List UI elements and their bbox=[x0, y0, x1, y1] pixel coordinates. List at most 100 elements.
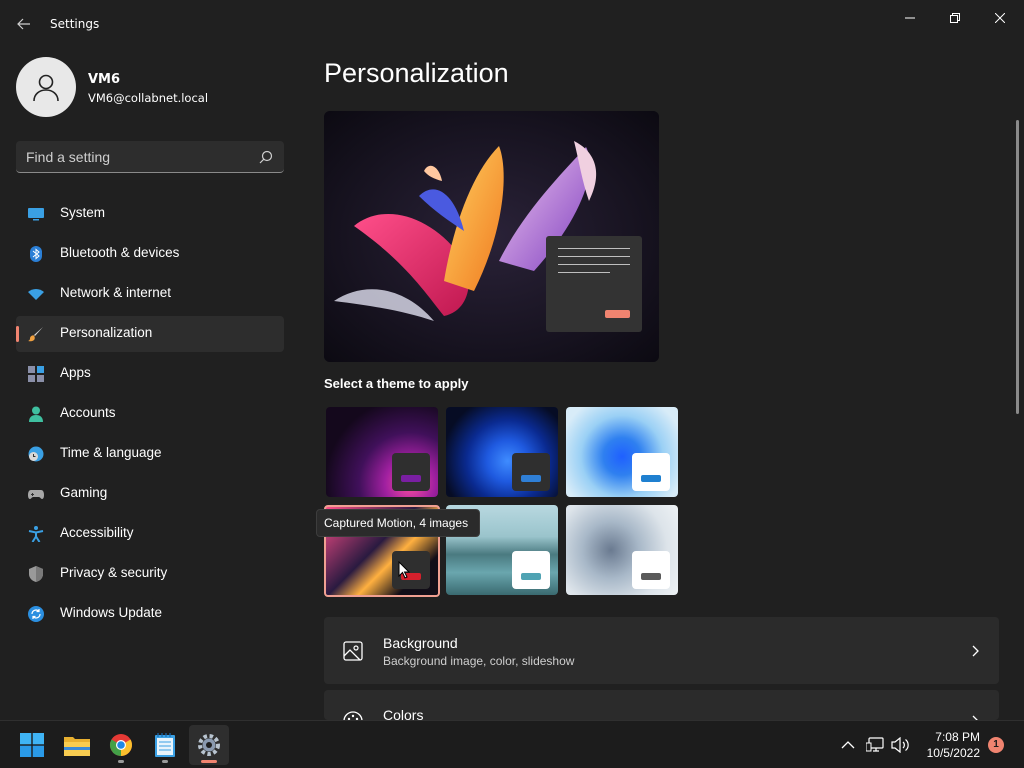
back-button[interactable] bbox=[12, 12, 36, 36]
wifi-icon bbox=[28, 289, 44, 300]
volume-tray-button[interactable] bbox=[890, 735, 910, 755]
taskbar: 7:08 PM 10/5/2022 1 bbox=[0, 720, 1024, 768]
sidebar-item-system[interactable]: System bbox=[16, 196, 284, 232]
theme-glow[interactable] bbox=[326, 407, 438, 497]
theme-heading: Select a theme to apply bbox=[324, 376, 469, 391]
theme-window-sample bbox=[512, 551, 550, 589]
show-hidden-icons-button[interactable] bbox=[838, 735, 858, 755]
search-box[interactable] bbox=[16, 141, 284, 173]
shield-icon bbox=[29, 566, 43, 582]
sidebar-item-label: Gaming bbox=[60, 485, 108, 500]
app-title: Settings bbox=[50, 17, 100, 31]
sidebar-item-privacy[interactable]: Privacy & security bbox=[16, 556, 284, 592]
theme-windows-dark[interactable] bbox=[446, 407, 558, 497]
card-title: Colors bbox=[383, 707, 424, 720]
sidebar-item-label: Personalization bbox=[60, 325, 153, 340]
chevron-right-icon bbox=[972, 645, 979, 657]
back-arrow-icon bbox=[17, 18, 30, 30]
theme-preview bbox=[324, 111, 659, 362]
sidebar-item-network[interactable]: Network & internet bbox=[16, 276, 284, 312]
user-email: VM6@collabnet.local bbox=[88, 91, 209, 105]
search-input[interactable] bbox=[26, 147, 246, 167]
running-indicator bbox=[118, 760, 124, 763]
sidebar-item-apps[interactable]: Apps bbox=[16, 356, 284, 392]
globe-clock-icon bbox=[28, 446, 44, 462]
person-icon bbox=[29, 406, 43, 422]
taskbar-chrome[interactable] bbox=[101, 725, 141, 765]
card-subtitle: Background image, color, slideshow bbox=[383, 654, 575, 668]
scrollbar-thumb[interactable] bbox=[1016, 120, 1019, 414]
palette-icon bbox=[343, 711, 363, 720]
taskbar-file-explorer[interactable] bbox=[57, 725, 97, 765]
sidebar-item-label: Bluetooth & devices bbox=[60, 245, 180, 260]
theme-window-sample bbox=[392, 453, 430, 491]
running-indicator bbox=[162, 760, 168, 763]
card-title: Background bbox=[383, 635, 458, 651]
theme-accent-bar bbox=[521, 475, 541, 482]
close-icon bbox=[995, 13, 1005, 23]
theme-window-sample bbox=[632, 551, 670, 589]
preview-line bbox=[558, 264, 630, 265]
background-card[interactable]: Background Background image, color, slid… bbox=[324, 617, 999, 684]
sidebar-item-label: Apps bbox=[60, 365, 91, 380]
person-icon bbox=[33, 74, 59, 102]
theme-windows-light[interactable] bbox=[566, 407, 678, 497]
clock[interactable]: 7:08 PM 10/5/2022 bbox=[918, 729, 980, 761]
taskbar-settings[interactable] bbox=[189, 725, 229, 765]
maximize-icon bbox=[950, 13, 960, 23]
apps-icon bbox=[28, 366, 44, 382]
search-icon bbox=[259, 150, 273, 164]
maximize-button[interactable] bbox=[933, 4, 977, 32]
minimize-button[interactable] bbox=[888, 4, 932, 32]
theme-tooltip: Captured Motion, 4 images bbox=[316, 509, 480, 537]
sidebar-item-windows-update[interactable]: Windows Update bbox=[16, 596, 284, 632]
network-tray-button[interactable] bbox=[865, 735, 885, 755]
colors-card[interactable]: Colors bbox=[324, 690, 999, 720]
chrome-icon bbox=[110, 734, 132, 756]
gamepad-icon bbox=[28, 490, 44, 499]
network-icon bbox=[866, 737, 884, 752]
sidebar-item-time-language[interactable]: Time & language bbox=[16, 436, 284, 472]
paintbrush-icon bbox=[28, 327, 43, 342]
sidebar-item-label: System bbox=[60, 205, 106, 220]
sidebar-item-accounts[interactable]: Accounts bbox=[16, 396, 284, 432]
theme-flow[interactable] bbox=[566, 505, 678, 595]
volume-icon bbox=[891, 737, 909, 753]
theme-window-sample bbox=[512, 453, 550, 491]
theme-accent-bar bbox=[521, 573, 541, 580]
sidebar-item-gaming[interactable]: Gaming bbox=[16, 476, 284, 512]
preview-line bbox=[558, 272, 610, 273]
preview-line bbox=[558, 256, 630, 257]
sidebar-item-personalization[interactable]: Personalization bbox=[16, 316, 284, 352]
theme-accent-bar bbox=[641, 573, 661, 580]
preview-line bbox=[558, 248, 630, 249]
sidebar-item-accessibility[interactable]: Accessibility bbox=[16, 516, 284, 552]
image-icon bbox=[343, 641, 363, 661]
avatar[interactable] bbox=[16, 57, 76, 117]
theme-window-sample bbox=[632, 453, 670, 491]
start-button[interactable] bbox=[12, 725, 52, 765]
windows-logo-icon bbox=[20, 733, 44, 757]
mouse-cursor-icon bbox=[398, 561, 410, 579]
preview-accent-button bbox=[605, 310, 630, 318]
sidebar-item-label: Privacy & security bbox=[60, 565, 168, 580]
sidebar-item-label: Windows Update bbox=[60, 605, 163, 620]
sidebar-item-label: Accessibility bbox=[60, 525, 134, 540]
minimize-icon bbox=[905, 17, 915, 19]
monitor-icon bbox=[28, 208, 44, 221]
notification-badge[interactable]: 1 bbox=[988, 737, 1004, 753]
taskbar-notepad[interactable] bbox=[145, 725, 185, 765]
folder-icon bbox=[64, 737, 90, 756]
accessibility-icon bbox=[28, 526, 44, 542]
sidebar-item-label: Time & language bbox=[60, 445, 162, 460]
close-button[interactable] bbox=[978, 4, 1022, 32]
sidebar-item-label: Accounts bbox=[60, 405, 116, 420]
sidebar-item-bluetooth[interactable]: Bluetooth & devices bbox=[16, 236, 284, 272]
chevron-up-icon bbox=[841, 741, 855, 749]
update-icon bbox=[28, 606, 44, 622]
theme-accent-bar bbox=[641, 475, 661, 482]
clock-date: 10/5/2022 bbox=[926, 746, 980, 760]
sidebar-item-label: Network & internet bbox=[60, 285, 172, 300]
notepad-icon bbox=[155, 733, 175, 757]
sidebar-nav: System Bluetooth & devices Network & int… bbox=[16, 196, 284, 636]
